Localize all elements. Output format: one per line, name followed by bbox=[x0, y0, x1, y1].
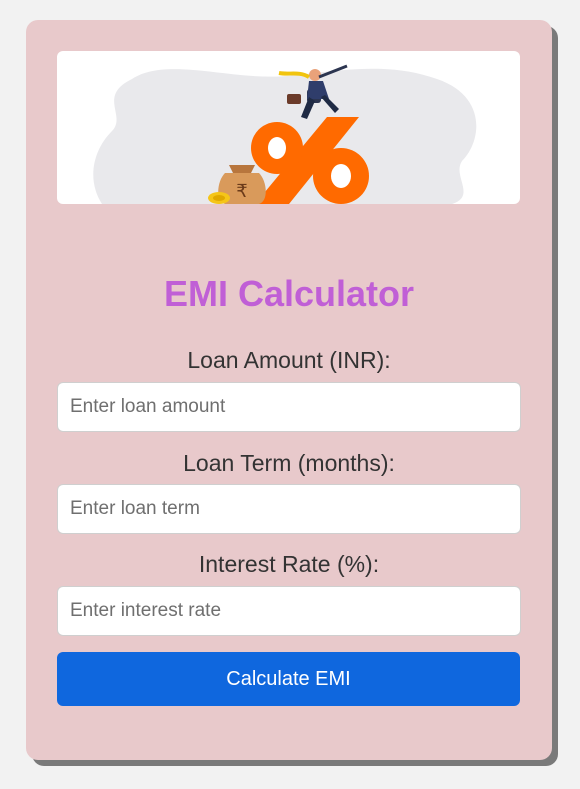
svg-text:₹: ₹ bbox=[236, 181, 247, 202]
calculate-emi-button[interactable]: Calculate EMI bbox=[57, 652, 520, 706]
interest-rate-input[interactable] bbox=[57, 586, 521, 636]
percent-illustration-icon: ₹ bbox=[93, 64, 477, 204]
page-title: EMI Calculator bbox=[163, 273, 415, 314]
banner-image: ₹ bbox=[57, 51, 520, 204]
loan-amount-input[interactable] bbox=[57, 382, 521, 432]
loan-term-label: Loan Term (months): bbox=[183, 450, 395, 476]
interest-rate-label: Interest Rate (%): bbox=[198, 551, 380, 577]
emi-calculator-card: ₹ EMI Calculator Loan Amount (INR): Loan… bbox=[26, 20, 552, 760]
loan-amount-label: Loan Amount (INR): bbox=[187, 347, 391, 373]
loan-term-input[interactable] bbox=[57, 484, 521, 534]
